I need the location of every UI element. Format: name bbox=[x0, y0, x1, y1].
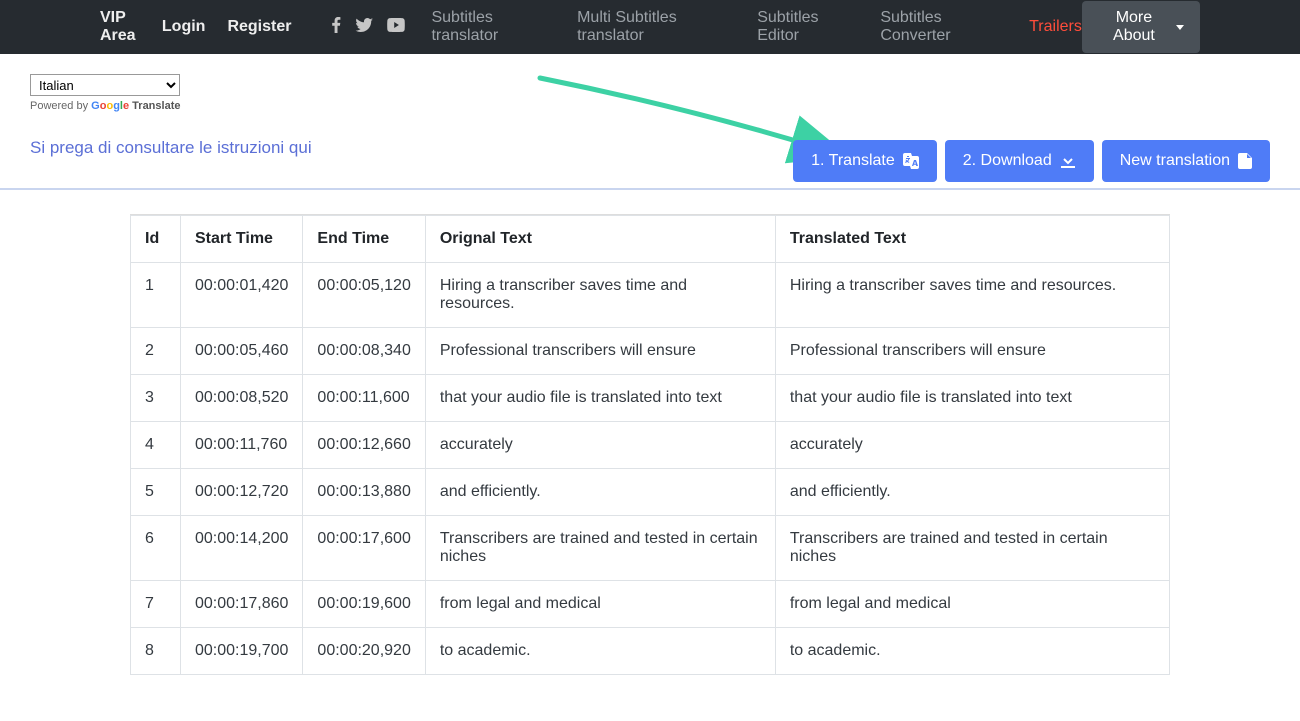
action-buttons: 1. Translate 2. Download New translation bbox=[793, 140, 1270, 182]
cell-start: 00:00:17,860 bbox=[181, 581, 303, 628]
powered-by-google: Powered by Google Translate bbox=[30, 100, 1270, 112]
file-icon bbox=[1238, 153, 1252, 169]
nav-register[interactable]: Register bbox=[227, 18, 291, 36]
col-translated-text: Translated Text bbox=[775, 216, 1169, 263]
cell-trans: Hiring a transcriber saves time and reso… bbox=[775, 263, 1169, 328]
nav-center: Subtitles translator Multi Subtitles tra… bbox=[431, 9, 1081, 45]
cell-id: 2 bbox=[131, 328, 181, 375]
cell-id: 6 bbox=[131, 516, 181, 581]
cell-trans: and efficiently. bbox=[775, 469, 1169, 516]
cell-start: 00:00:12,720 bbox=[181, 469, 303, 516]
nav-trailers[interactable]: Trailers bbox=[1029, 18, 1082, 36]
cell-orig: to academic. bbox=[425, 628, 775, 675]
table-row: 400:00:11,76000:00:12,660accuratelyaccur… bbox=[131, 422, 1170, 469]
nav-vip-area[interactable]: VIP Area bbox=[100, 9, 140, 45]
cell-id: 7 bbox=[131, 581, 181, 628]
cell-end: 00:00:05,120 bbox=[303, 263, 425, 328]
cell-orig: Professional transcribers will ensure bbox=[425, 328, 775, 375]
col-start-time: Start Time bbox=[181, 216, 303, 263]
cell-trans: Professional transcribers will ensure bbox=[775, 328, 1169, 375]
cell-end: 00:00:13,880 bbox=[303, 469, 425, 516]
subtitles-table: Id Start Time End Time Orignal Text Tran… bbox=[130, 215, 1170, 675]
subtitles-table-wrap: Id Start Time End Time Orignal Text Tran… bbox=[130, 214, 1170, 690]
nav-left: VIP Area Login Register bbox=[100, 9, 405, 45]
top-section: Italian Powered by Google Translate Si p… bbox=[0, 54, 1300, 190]
cell-start: 00:00:19,700 bbox=[181, 628, 303, 675]
nav-multi-subtitles-translator[interactable]: Multi Subtitles translator bbox=[577, 9, 731, 45]
cell-id: 4 bbox=[131, 422, 181, 469]
translate-button-label: 1. Translate bbox=[811, 152, 895, 170]
download-button[interactable]: 2. Download bbox=[945, 140, 1094, 182]
cell-trans: from legal and medical bbox=[775, 581, 1169, 628]
table-row: 100:00:01,42000:00:05,120Hiring a transc… bbox=[131, 263, 1170, 328]
cell-end: 00:00:12,660 bbox=[303, 422, 425, 469]
translate-button[interactable]: 1. Translate bbox=[793, 140, 937, 182]
cell-orig: and efficiently. bbox=[425, 469, 775, 516]
cell-trans: that your audio file is translated into … bbox=[775, 375, 1169, 422]
col-end-time: End Time bbox=[303, 216, 425, 263]
cell-trans: to academic. bbox=[775, 628, 1169, 675]
nav-subtitles-editor[interactable]: Subtitles Editor bbox=[757, 9, 854, 45]
download-icon bbox=[1060, 153, 1076, 169]
cell-start: 00:00:05,460 bbox=[181, 328, 303, 375]
cell-start: 00:00:01,420 bbox=[181, 263, 303, 328]
cell-orig: Transcribers are trained and tested in c… bbox=[425, 516, 775, 581]
cell-trans: accurately bbox=[775, 422, 1169, 469]
cell-orig: accurately bbox=[425, 422, 775, 469]
table-row: 200:00:05,46000:00:08,340Professional tr… bbox=[131, 328, 1170, 375]
nav-right: More About bbox=[1082, 1, 1200, 53]
nav-subtitles-translator[interactable]: Subtitles translator bbox=[431, 9, 551, 45]
cell-start: 00:00:08,520 bbox=[181, 375, 303, 422]
new-translation-button-label: New translation bbox=[1120, 152, 1230, 170]
nav-social bbox=[331, 17, 405, 38]
nav-login[interactable]: Login bbox=[162, 18, 206, 36]
cell-trans: Transcribers are trained and tested in c… bbox=[775, 516, 1169, 581]
cell-id: 1 bbox=[131, 263, 181, 328]
cell-end: 00:00:08,340 bbox=[303, 328, 425, 375]
nav-subtitles-converter[interactable]: Subtitles Converter bbox=[880, 9, 1003, 45]
cell-end: 00:00:11,600 bbox=[303, 375, 425, 422]
cell-end: 00:00:20,920 bbox=[303, 628, 425, 675]
cell-id: 3 bbox=[131, 375, 181, 422]
language-select[interactable]: Italian bbox=[30, 74, 180, 96]
more-about-dropdown[interactable]: More About bbox=[1082, 1, 1200, 53]
cell-id: 8 bbox=[131, 628, 181, 675]
more-about-label: More About bbox=[1098, 9, 1170, 45]
cell-id: 5 bbox=[131, 469, 181, 516]
table-header-row: Id Start Time End Time Orignal Text Tran… bbox=[131, 216, 1170, 263]
cell-end: 00:00:17,600 bbox=[303, 516, 425, 581]
translate-icon bbox=[903, 153, 919, 169]
download-button-label: 2. Download bbox=[963, 152, 1052, 170]
cell-start: 00:00:14,200 bbox=[181, 516, 303, 581]
cell-end: 00:00:19,600 bbox=[303, 581, 425, 628]
twitter-icon[interactable] bbox=[355, 18, 373, 37]
cell-orig: from legal and medical bbox=[425, 581, 775, 628]
table-row: 500:00:12,72000:00:13,880and efficiently… bbox=[131, 469, 1170, 516]
subtitles-table-scroll[interactable]: Id Start Time End Time Orignal Text Tran… bbox=[130, 214, 1170, 690]
table-row: 700:00:17,86000:00:19,600from legal and … bbox=[131, 581, 1170, 628]
table-row: 800:00:19,70000:00:20,920to academic.to … bbox=[131, 628, 1170, 675]
top-navbar: VIP Area Login Register Subtitles transl… bbox=[0, 0, 1300, 54]
col-id: Id bbox=[131, 216, 181, 263]
col-original-text: Orignal Text bbox=[425, 216, 775, 263]
table-row: 300:00:08,52000:00:11,600that your audio… bbox=[131, 375, 1170, 422]
cell-orig: that your audio file is translated into … bbox=[425, 375, 775, 422]
chevron-down-icon bbox=[1176, 25, 1184, 30]
new-translation-button[interactable]: New translation bbox=[1102, 140, 1270, 182]
cell-orig: Hiring a transcriber saves time and reso… bbox=[425, 263, 775, 328]
facebook-icon[interactable] bbox=[331, 17, 341, 38]
cell-start: 00:00:11,760 bbox=[181, 422, 303, 469]
table-row: 600:00:14,20000:00:17,600Transcribers ar… bbox=[131, 516, 1170, 581]
youtube-icon[interactable] bbox=[387, 18, 405, 37]
